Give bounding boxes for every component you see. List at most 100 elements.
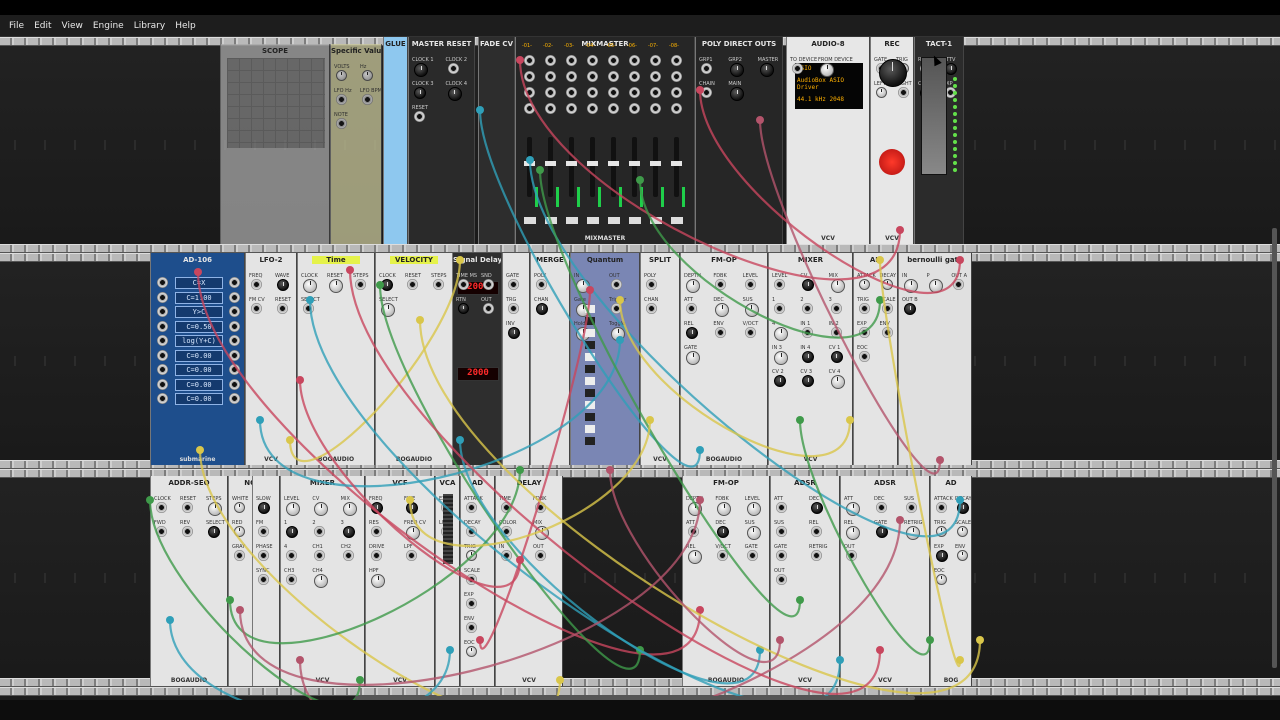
channel-jack[interactable]	[545, 71, 556, 82]
patch-jack[interactable]	[234, 550, 245, 561]
patch-jack[interactable]	[686, 303, 697, 314]
control-knob[interactable]	[936, 526, 947, 537]
patch-jack[interactable]	[776, 550, 787, 561]
patch-jack[interactable]	[508, 303, 519, 314]
scale-key-toggle[interactable]	[585, 377, 595, 385]
control-knob[interactable]	[688, 502, 702, 516]
control-knob[interactable]	[258, 502, 270, 514]
module-mixer-2[interactable]: MIXER LEVEL CV MIX 1 2 3 4 CH1 CH2 CH3 CH4 VCV	[280, 476, 365, 686]
control-knob[interactable]	[406, 526, 420, 540]
module-signal-delay[interactable]: Signal Delay 2000 2000 TIME MS SND RTN OUT	[452, 253, 502, 465]
patch-jack[interactable]	[501, 550, 512, 561]
mute-button[interactable]	[608, 217, 620, 224]
patch-jack[interactable]	[744, 327, 756, 338]
control-knob[interactable]	[802, 375, 815, 387]
patch-jack[interactable]	[811, 550, 822, 561]
patch-jack[interactable]	[859, 303, 870, 314]
module-step-seq[interactable]: GATE TRG INV	[502, 253, 530, 465]
channel-fader[interactable]	[650, 137, 661, 197]
channel-fader[interactable]	[566, 137, 577, 197]
formula-slot[interactable]: C=0.00	[175, 349, 223, 362]
patch-jack[interactable]	[251, 279, 262, 290]
module-lfo-small[interactable]: SLOW FM PHASE SYNC	[252, 476, 280, 686]
patch-jack[interactable]	[776, 574, 787, 585]
patch-jack[interactable]	[859, 327, 870, 338]
channel-fader[interactable]	[629, 137, 640, 197]
channel-jack[interactable]	[650, 87, 661, 98]
scale-key-toggle[interactable]	[585, 413, 595, 421]
patch-jack[interactable]	[407, 279, 418, 290]
channel-jack[interactable]	[587, 87, 598, 98]
patch-jack[interactable]	[536, 279, 547, 290]
control-knob[interactable]	[381, 279, 393, 291]
patch-jack[interactable]	[258, 526, 269, 537]
scale-key-toggle[interactable]	[585, 341, 595, 349]
channel-jack[interactable]	[608, 55, 619, 66]
patch-jack[interactable]	[355, 279, 366, 290]
control-knob[interactable]	[381, 303, 395, 317]
control-knob[interactable]	[717, 502, 732, 516]
channel-jack[interactable]	[566, 103, 577, 114]
control-knob[interactable]	[371, 574, 385, 588]
output-jack[interactable]	[229, 306, 240, 317]
scale-key-toggle[interactable]	[585, 401, 595, 409]
patch-jack[interactable]	[830, 303, 842, 314]
record-button[interactable]	[879, 149, 905, 175]
channel-jack[interactable]	[545, 55, 556, 66]
patch-jack[interactable]	[362, 94, 373, 105]
channel-jack[interactable]	[524, 71, 535, 82]
output-jack[interactable]	[229, 291, 240, 303]
input-jack[interactable]	[157, 291, 168, 303]
control-knob[interactable]	[508, 327, 520, 339]
control-knob[interactable]	[802, 351, 815, 363]
patch-jack[interactable]	[776, 502, 787, 513]
patch-jack[interactable]	[336, 118, 347, 129]
input-jack[interactable]	[157, 335, 168, 346]
control-knob[interactable]	[466, 550, 477, 561]
patch-jack[interactable]	[182, 502, 193, 513]
control-knob[interactable]	[406, 502, 418, 514]
patch-jack[interactable]	[611, 279, 622, 290]
patch-jack[interactable]	[433, 279, 444, 290]
control-knob[interactable]	[744, 303, 759, 317]
mute-button[interactable]	[587, 217, 599, 224]
menu-library[interactable]: Library	[129, 15, 170, 37]
module-split[interactable]: SPLIT POLY CHAN VCV	[640, 253, 680, 465]
channel-jack[interactable]	[650, 71, 661, 82]
control-knob[interactable]	[830, 351, 843, 363]
channel-fader[interactable]	[545, 137, 556, 197]
control-knob[interactable]	[336, 70, 347, 81]
scale-key-toggle[interactable]	[585, 329, 595, 337]
control-knob[interactable]	[957, 502, 969, 514]
control-knob[interactable]	[362, 70, 373, 81]
control-knob[interactable]	[881, 279, 893, 290]
patch-jack[interactable]	[483, 279, 494, 290]
control-knob[interactable]	[286, 502, 300, 516]
control-knob[interactable]	[936, 574, 947, 585]
output-jack[interactable]	[229, 378, 240, 390]
horizontal-scrollbar[interactable]	[355, 696, 915, 700]
channel-jack[interactable]	[650, 55, 661, 66]
patch-jack[interactable]	[466, 502, 477, 513]
control-knob[interactable]	[759, 63, 774, 77]
module-time-seq[interactable]: Time CLOCK RESET STEPS SELECT BOGAUDIO	[297, 253, 375, 465]
module-delay[interactable]: DELAY TIME FDBK COLOR MIX IN OUT VCV	[495, 476, 563, 686]
patch-jack[interactable]	[876, 502, 887, 513]
control-knob[interactable]	[876, 87, 887, 98]
patch-jack[interactable]	[156, 526, 167, 537]
control-knob[interactable]	[846, 502, 860, 516]
control-knob[interactable]	[342, 502, 357, 516]
patch-jack[interactable]	[688, 526, 699, 537]
channel-jack[interactable]	[629, 55, 640, 66]
patch-jack[interactable]	[646, 303, 657, 314]
formula-slot[interactable]: Y>C	[175, 306, 223, 318]
patch-jack[interactable]	[802, 327, 814, 338]
module-fade-cv[interactable]: FADE CV	[478, 37, 515, 244]
module-master-reset[interactable]: MASTER RESET CLOCK 1 CLOCK 2 CLOCK 3 CLOCK 4…	[408, 37, 475, 244]
control-knob[interactable]	[314, 502, 329, 516]
output-jack[interactable]	[229, 393, 240, 404]
patch-jack[interactable]	[251, 303, 262, 314]
patch-jack[interactable]	[501, 502, 512, 513]
module-adsr-1[interactable]: ADSR ATT DEC SUS REL GATE RETRIG OUT VCV	[770, 476, 840, 686]
patch-jack[interactable]	[466, 574, 477, 585]
